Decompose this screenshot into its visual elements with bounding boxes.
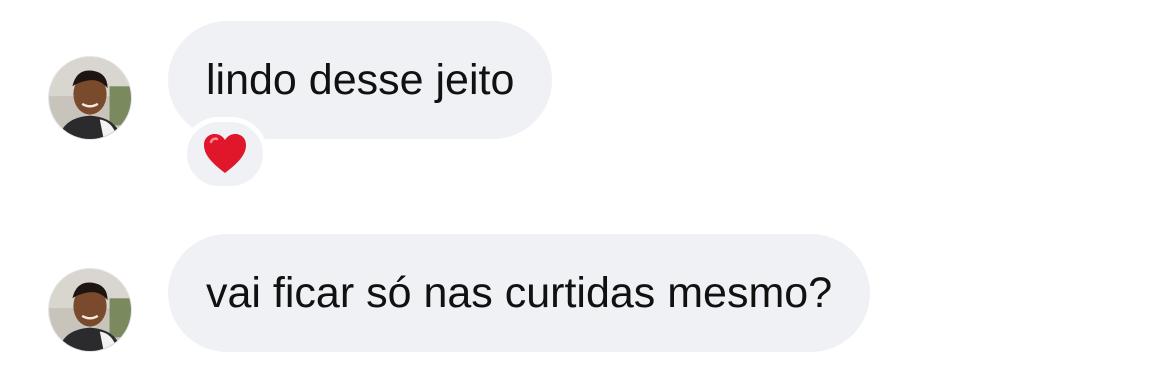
message-text: lindo desse jeito bbox=[206, 56, 515, 104]
avatar-photo bbox=[49, 57, 131, 139]
reaction-badge[interactable] bbox=[182, 117, 268, 191]
message-text: vai ficar só nas curtidas mesmo? bbox=[206, 269, 833, 317]
message-bubble-2[interactable]: vai ficar só nas curtidas mesmo? bbox=[168, 234, 871, 352]
avatar[interactable] bbox=[48, 56, 132, 140]
avatar-photo bbox=[49, 269, 131, 351]
avatar[interactable] bbox=[48, 268, 132, 352]
red-heart-icon bbox=[204, 134, 246, 173]
chat-thread: lindo desse jeito vai ficar só nas curti… bbox=[0, 0, 1170, 388]
